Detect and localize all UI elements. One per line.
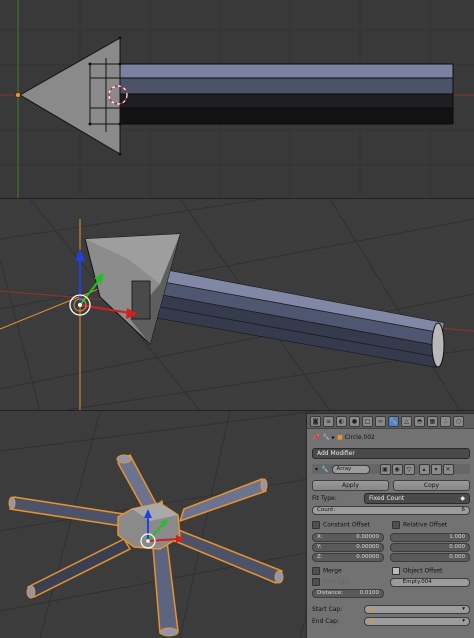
relative-offset-checkbox[interactable]: [392, 521, 400, 529]
close-icon[interactable]: ✕: [442, 463, 454, 475]
shaft-top-face: [120, 64, 453, 78]
render-tab-icon[interactable]: ◙: [310, 415, 321, 427]
move-up-icon[interactable]: ▴: [418, 463, 430, 475]
constant-offset-label: Constant Offset: [323, 521, 370, 529]
shaft-bottom-face: [120, 108, 453, 124]
constant-offset-z-field[interactable]: Z: 0.00000: [312, 552, 384, 562]
object-breadcrumb: 📌 🔧 ▸ ■ Circle.002: [312, 432, 470, 442]
first-last-checkbox[interactable]: [312, 578, 320, 586]
texture-tab-icon[interactable]: ▦: [427, 415, 438, 427]
material-tab-icon[interactable]: ◓: [414, 415, 425, 427]
relative-offset-x-field[interactable]: 1.000: [390, 532, 470, 542]
fit-type-label: Fit Type:: [312, 494, 337, 502]
modifiers-tab-icon[interactable]: 🔧: [388, 415, 399, 427]
fit-type-dropdown[interactable]: Fixed Count ◆: [364, 492, 470, 504]
copy-button[interactable]: Copy: [393, 479, 470, 491]
start-cap-label: Start Cap:: [312, 605, 343, 613]
properties-tab-bar: ◙ ≡ ◐ ● □ ∞ 🔧 △ ◓ ▦ ∴ ○: [307, 414, 474, 429]
object-icon: ■: [336, 433, 343, 441]
merge-label: Merge: [323, 567, 342, 575]
physics-tab-icon[interactable]: ○: [453, 415, 464, 427]
constant-offset-y-field[interactable]: Y: 0.00000: [312, 542, 384, 552]
constraints-tab-icon[interactable]: ∞: [375, 415, 386, 427]
chevron-right-icon: ▸: [331, 433, 335, 441]
array-arm: [9, 496, 131, 528]
viewport-perspective-arrow[interactable]: [0, 198, 474, 411]
empty-object-icon: ⊹: [395, 579, 400, 585]
distance-field[interactable]: Distance: 0.0100: [312, 588, 384, 598]
z-arrow-icon: [75, 249, 85, 261]
constant-offset-checkbox[interactable]: [312, 521, 320, 529]
relative-offset-label: Relative Offset: [403, 521, 448, 529]
modifier-header: ▾ 🔧 Array ▣ ◉ ▽ ▴ ▾ ✕: [312, 463, 470, 475]
particles-tab-icon[interactable]: ∴: [440, 415, 451, 427]
viewport-perspective-canvas: [0, 199, 474, 411]
mesh-object-icon: ◆: [369, 618, 374, 624]
shaft-mid-face: [120, 78, 453, 94]
add-modifier-dropdown[interactable]: Add Modifier: [312, 447, 470, 459]
viewport-top[interactable]: [0, 0, 474, 198]
relative-offset-y-field[interactable]: 0.000: [390, 542, 470, 552]
layers-tab-icon[interactable]: ≡: [323, 415, 334, 427]
shaft-lower-face: [120, 94, 453, 108]
array-arm: [169, 528, 283, 584]
viewport-top-canvas: [0, 0, 474, 198]
wrench-icon: 🔧: [322, 433, 330, 441]
apply-button[interactable]: Apply: [312, 479, 389, 491]
object-offset-field[interactable]: ⊹ Empty.004: [390, 577, 470, 587]
start-cap-field[interactable]: ◆ ▾: [364, 604, 470, 614]
object-tab-icon[interactable]: □: [362, 415, 373, 427]
end-cap-field[interactable]: ◆ ▾: [364, 616, 470, 626]
array-arm: [27, 538, 131, 598]
count-value: 6: [461, 507, 466, 513]
expand-arrow-icon[interactable]: ▾: [315, 466, 318, 473]
object-offset-checkbox[interactable]: [392, 567, 400, 575]
pin-icon[interactable]: 📌: [312, 434, 319, 441]
render-toggle-icon[interactable]: ▣: [379, 463, 391, 475]
properties-panel: ◙ ≡ ◐ ● □ ∞ 🔧 △ ◓ ▦ ∴ ○ 📌 🔧 ▸ ■ Circle.0…: [306, 413, 474, 638]
world-tab-icon[interactable]: ●: [349, 415, 360, 427]
array-modifier-icon: 🔧: [321, 465, 329, 473]
scene-tab-icon[interactable]: ◐: [336, 415, 347, 427]
move-down-icon[interactable]: ▾: [430, 463, 442, 475]
shaft-end-cap: [431, 322, 445, 368]
data-tab-icon[interactable]: △: [401, 415, 412, 427]
mesh-object-icon: ◆: [369, 606, 374, 612]
editmode-toggle-icon[interactable]: ▽: [403, 463, 415, 475]
array-arm: [179, 478, 267, 522]
object-offset-label: Object Offset: [403, 567, 443, 575]
end-cap-label: End Cap:: [312, 617, 340, 625]
merge-checkbox[interactable]: [312, 567, 320, 575]
origin-dot: [15, 92, 21, 98]
viewport-toggle-icon[interactable]: ◉: [391, 463, 403, 475]
first-last-label: First Last: [323, 578, 351, 586]
count-field[interactable]: Count: 6: [312, 505, 470, 515]
dropdown-arrow-icon: ◆: [460, 494, 465, 502]
count-label: Count:: [317, 507, 336, 513]
modifier-name-field[interactable]: Array: [331, 464, 370, 474]
relative-offset-z-field[interactable]: 0.000: [390, 552, 470, 562]
add-modifier-label: Add Modifier: [317, 449, 355, 457]
dropdown-arrow-icon: ▾: [462, 618, 465, 624]
dropdown-arrow-icon: ▾: [462, 606, 465, 612]
constant-offset-x-field[interactable]: X: 0.00000: [312, 532, 384, 542]
cone-head: [19, 37, 121, 155]
object-name: Circle.002: [344, 433, 375, 441]
